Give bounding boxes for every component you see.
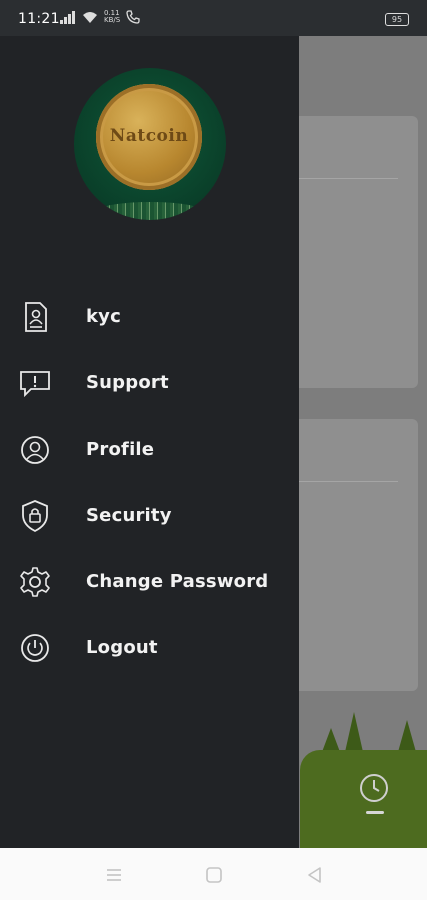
drawer-menu: kyc Support Profile Security Change Pass… [0,284,299,682]
wifi-icon [83,12,97,23]
status-bar: 11:21 0.11 KB/S 95 [0,0,427,36]
id-document-icon [25,302,47,332]
menu-item-logout[interactable]: Logout [0,615,299,681]
user-circle-icon [21,435,49,464]
menu-item-support[interactable]: Support [0,350,299,416]
system-nav-bar [0,848,427,900]
menu-label-change-password: Change Password [86,571,269,593]
status-icons: 0.11 KB/S [60,10,140,24]
menu-item-security[interactable]: Security [0,483,299,549]
call-icon [126,10,140,24]
menu-label-support: Support [86,372,169,394]
back-icon[interactable] [304,864,326,886]
menu-label-security: Security [86,504,172,526]
coin-image: Natcoin [96,84,202,190]
network-speed: 0.11 KB/S [104,9,121,24]
battery-icon: 95 [385,13,409,26]
menu-item-kyc[interactable]: kyc [0,284,299,350]
circuit-decoration [98,202,202,220]
menu-label-kyc: kyc [86,306,121,327]
active-tab-indicator [366,811,384,814]
menu-icon[interactable] [103,864,125,886]
background-card [290,419,418,691]
navigation-drawer: Natcoin kyc Support Profile Security Cha… [0,36,299,848]
home-icon[interactable] [203,864,225,886]
chat-alert-icon [20,371,50,398]
menu-label-logout: Logout [86,637,158,659]
history-icon [360,774,388,802]
background-card [290,116,418,388]
shield-lock-icon [22,499,48,532]
menu-label-profile: Profile [86,438,155,460]
status-time: 11:21 [18,11,60,27]
menu-item-change-password[interactable]: Change Password [0,549,299,615]
signal-icon [60,11,75,24]
app-logo: Natcoin [74,68,226,220]
power-icon [21,634,49,663]
gear-icon [20,567,50,597]
logo-text: Natcoin [109,126,189,146]
menu-item-profile[interactable]: Profile [0,417,299,483]
